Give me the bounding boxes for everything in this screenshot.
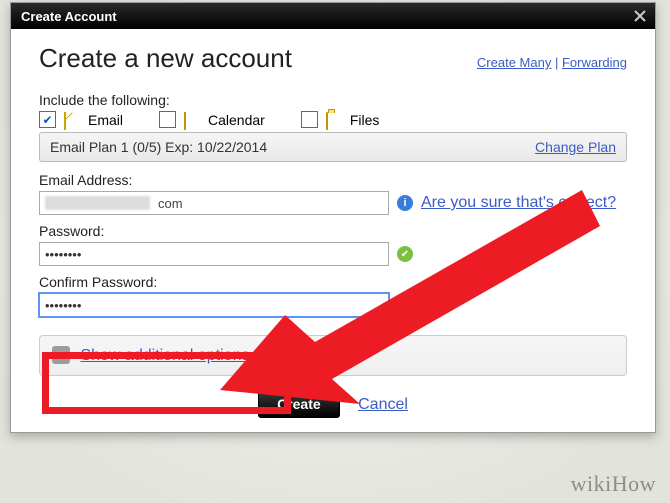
password-label: Password:	[39, 223, 627, 239]
info-icon: i	[397, 195, 413, 211]
top-links: Create Many | Forwarding	[477, 55, 627, 70]
footer: Create Cancel	[39, 376, 627, 422]
link-show-additional-options[interactable]: Show additional options	[80, 347, 249, 364]
dialog-titlebar: Create Account	[11, 3, 655, 29]
dialog-title: Create Account	[21, 9, 117, 24]
envelope-icon	[64, 113, 80, 126]
confirm-password-label: Confirm Password:	[39, 274, 627, 290]
feature-calendar-label: Calendar	[208, 112, 265, 128]
email-label: Email Address:	[39, 172, 627, 188]
link-email-help[interactable]: Are you sure that's correct?	[421, 194, 616, 212]
link-create-many[interactable]: Create Many	[477, 55, 551, 70]
email-domain-suffix: com	[158, 196, 183, 211]
redacted-text	[45, 196, 150, 210]
email-field[interactable]: com	[39, 191, 389, 215]
create-button[interactable]: Create	[258, 390, 340, 418]
feature-files-label: Files	[350, 112, 380, 128]
checkbox-files[interactable]	[301, 111, 318, 128]
folder-icon	[326, 113, 342, 126]
include-label: Include the following:	[39, 92, 627, 108]
page-title: Create a new account	[39, 43, 292, 74]
create-account-dialog: Create Account Create a new account Crea…	[10, 2, 656, 433]
feature-email-label: Email	[88, 112, 123, 128]
separator: |	[555, 55, 562, 70]
calendar-icon	[184, 113, 200, 126]
plan-bar: Email Plan 1 (0/5) Exp: 10/22/2014 Chang…	[39, 132, 627, 162]
checkbox-calendar[interactable]	[159, 111, 176, 128]
dialog-content: Create a new account Create Many | Forwa…	[11, 29, 655, 432]
plus-icon: +	[52, 346, 70, 364]
plan-text: Email Plan 1 (0/5) Exp: 10/22/2014	[50, 139, 267, 155]
confirm-password-field[interactable]	[39, 293, 389, 317]
checkbox-email[interactable]	[39, 111, 56, 128]
close-icon[interactable]	[631, 7, 649, 25]
cancel-link[interactable]: Cancel	[358, 396, 408, 413]
password-field[interactable]	[39, 242, 389, 266]
feature-row: Email Calendar Files	[39, 111, 627, 128]
link-change-plan[interactable]: Change Plan	[535, 139, 616, 155]
watermark: wikiHow	[571, 471, 656, 497]
additional-options-box: + Show additional options	[39, 335, 627, 376]
link-forwarding[interactable]: Forwarding	[562, 55, 627, 70]
check-ok-icon: ✔	[397, 246, 413, 262]
